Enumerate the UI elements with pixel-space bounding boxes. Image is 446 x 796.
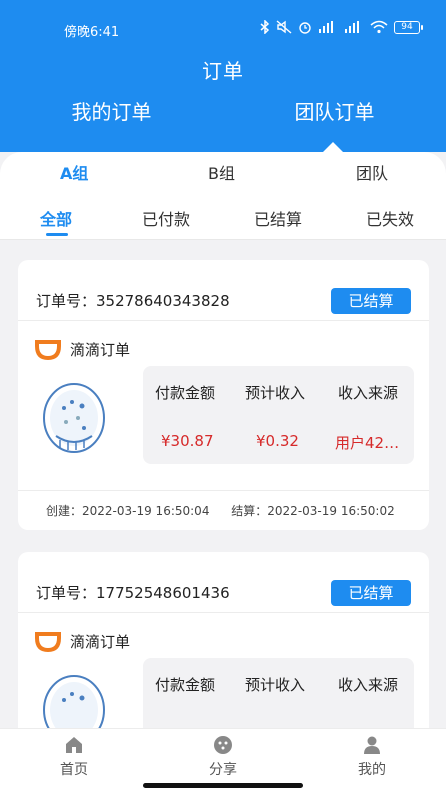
status-tab-settled[interactable]: 已结算	[254, 206, 302, 230]
mute-icon	[276, 20, 292, 34]
platform-label: 滴滴订单	[70, 632, 131, 651]
status-tab-invalid[interactable]: 已失效	[366, 206, 414, 230]
order-card[interactable]: 订单号：35278640343828 已结算 滴滴订单 付款金额 预计收入 收入…	[18, 260, 429, 530]
tab-team-orders[interactable]: 团队订单	[223, 96, 446, 152]
bluetooth-icon	[260, 20, 270, 34]
group-tabs: A组 B组 团队	[0, 152, 446, 190]
platform: 滴滴订单	[34, 630, 130, 652]
created-time: 创建：2022-03-19 16:50:04	[46, 504, 210, 518]
status-time: 傍晚6:41	[64, 25, 120, 40]
status-icons: 94	[260, 20, 423, 34]
settled-time: 结算：2022-03-19 16:50:02	[231, 504, 395, 518]
profile-icon	[364, 736, 380, 754]
status-badge: 已结算	[331, 580, 411, 606]
share-icon	[214, 736, 232, 754]
battery-icon: 94	[394, 20, 423, 34]
group-tab-a[interactable]: A组	[60, 160, 88, 184]
label-pay-amount: 付款金额	[155, 676, 216, 694]
nav-home-label: 首页	[60, 762, 88, 778]
order-info: 付款金额 预计收入 收入来源 ¥30.87 ¥0.32 用户42…	[143, 366, 414, 464]
page-title: 订单	[202, 59, 244, 83]
divider	[18, 320, 429, 321]
divider	[18, 490, 429, 491]
order-times: 创建：2022-03-19 16:50:04 结算：2022-03-19 16:…	[46, 502, 413, 519]
signal-icon-2	[345, 21, 359, 33]
nav-share-label: 分享	[209, 762, 237, 778]
label-income-source: 收入来源	[338, 384, 399, 402]
divider	[18, 612, 429, 613]
platform-label: 滴滴订单	[70, 340, 131, 359]
platform: 滴滴订单	[34, 338, 130, 360]
header: 傍晚6:41 94 订单 我的订单 团队订单	[0, 0, 446, 152]
signal-icon	[319, 21, 333, 33]
label-expected-income: 预计收入	[245, 676, 306, 694]
value-income-source: 用户42…	[335, 434, 400, 452]
active-tab-indicator	[46, 233, 68, 236]
status-tabs: 全部 已付款 已结算 已失效	[0, 190, 446, 240]
wifi-icon	[370, 20, 388, 34]
group-tab-team[interactable]: 团队	[356, 160, 388, 184]
home-icon	[66, 737, 82, 753]
status-tab-all[interactable]: 全部	[40, 206, 72, 230]
group-tab-b[interactable]: B组	[208, 160, 235, 184]
didi-logo-icon	[35, 632, 61, 652]
order-number: 订单号：35278640343828	[36, 292, 230, 310]
nav-share[interactable]: 分享	[183, 735, 263, 779]
label-expected-income: 预计收入	[245, 384, 306, 402]
didi-logo-icon	[35, 340, 61, 360]
tab-my-orders[interactable]: 我的订单	[0, 96, 223, 152]
nav-profile-label: 我的	[358, 762, 386, 778]
nav-home[interactable]: 首页	[34, 735, 114, 779]
order-number: 订单号：17752548601436	[36, 584, 230, 602]
value-pay-amount: ¥30.87	[161, 432, 214, 450]
status-badge: 已结算	[331, 288, 411, 314]
alarm-icon	[299, 22, 311, 34]
status-tab-paid[interactable]: 已付款	[142, 206, 190, 230]
nav-profile[interactable]: 我的	[332, 735, 412, 779]
label-pay-amount: 付款金额	[155, 384, 216, 402]
value-expected-income: ¥0.32	[256, 432, 299, 450]
label-income-source: 收入来源	[338, 676, 399, 694]
status-bar: 傍晚6:41 94	[0, 16, 446, 44]
order-card[interactable]: 订单号：17752548601436 已结算 滴滴订单 付款金额 预计收入 收入…	[18, 552, 429, 756]
home-indicator[interactable]	[143, 783, 303, 788]
product-image	[43, 383, 105, 453]
